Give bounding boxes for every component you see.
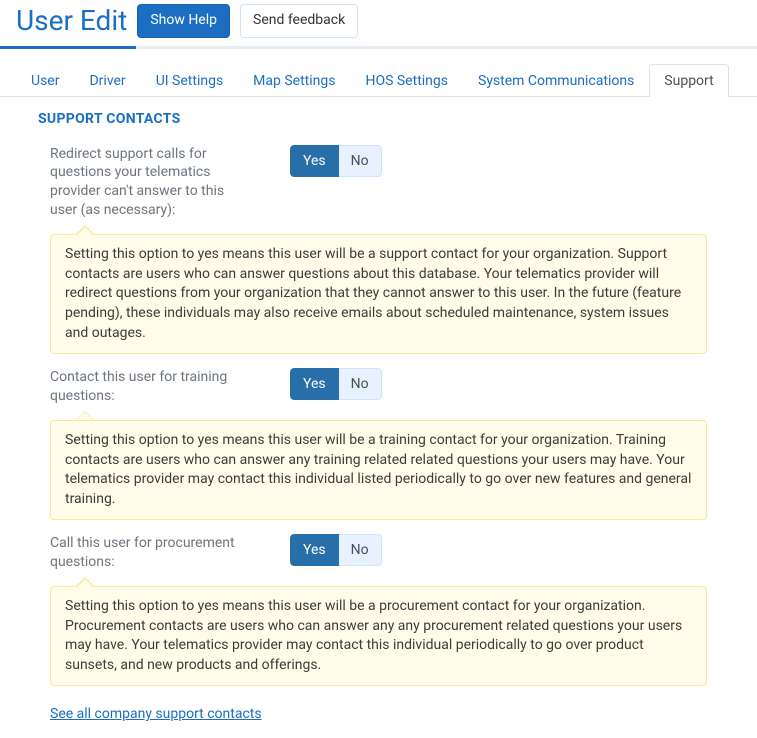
- toggle-yes-button[interactable]: Yes: [290, 534, 339, 566]
- progress-fill: [0, 46, 136, 49]
- option-row: Redirect support calls for questions you…: [50, 137, 707, 221]
- toggle-procurement-contact: YesNo: [290, 534, 382, 566]
- toggle-yes-button[interactable]: Yes: [290, 145, 339, 177]
- see-all-contacts-link-container: See all company support contacts: [0, 686, 757, 738]
- help-callout: Setting this option to yes means this us…: [50, 420, 707, 520]
- option-label: Contact this user for training questions…: [50, 368, 250, 406]
- toggle-redirect-support-calls: YesNo: [290, 145, 382, 177]
- section-title: SUPPORT CONTACTS: [0, 97, 757, 131]
- tab-system-communications[interactable]: System Communications: [463, 64, 649, 97]
- option-row: Call this user for procurement questions…: [50, 526, 707, 572]
- toggle-training-contact: YesNo: [290, 368, 382, 400]
- see-all-contacts-link[interactable]: See all company support contacts: [50, 706, 262, 722]
- page-header: User Edit Show Help Send feedback: [0, 0, 757, 46]
- toggle-no-button[interactable]: No: [339, 145, 382, 177]
- help-callout: Setting this option to yes means this us…: [50, 586, 707, 686]
- toggle-yes-button[interactable]: Yes: [290, 368, 339, 400]
- option-training-contact: Contact this user for training questions…: [0, 354, 757, 520]
- help-callout: Setting this option to yes means this us…: [50, 234, 707, 354]
- tab-ui-settings[interactable]: UI Settings: [141, 64, 238, 97]
- option-label: Call this user for procurement questions…: [50, 534, 250, 572]
- tab-support[interactable]: Support: [649, 64, 728, 97]
- tab-driver[interactable]: Driver: [74, 64, 140, 97]
- tab-map-settings[interactable]: Map Settings: [238, 64, 350, 97]
- tab-bar: UserDriverUI SettingsMap SettingsHOS Set…: [0, 49, 757, 97]
- show-help-button[interactable]: Show Help: [137, 4, 230, 38]
- send-feedback-button[interactable]: Send feedback: [240, 4, 358, 38]
- option-procurement-contact: Call this user for procurement questions…: [0, 520, 757, 686]
- option-redirect-support-calls: Redirect support calls for questions you…: [0, 131, 757, 355]
- page-title: User Edit: [16, 4, 127, 38]
- option-label: Redirect support calls for questions you…: [50, 145, 250, 221]
- toggle-no-button[interactable]: No: [339, 368, 382, 400]
- option-row: Contact this user for training questions…: [50, 360, 707, 406]
- tab-hos-settings[interactable]: HOS Settings: [350, 64, 463, 97]
- tab-user[interactable]: User: [16, 64, 74, 97]
- progress-strip: [0, 46, 757, 49]
- toggle-no-button[interactable]: No: [339, 534, 382, 566]
